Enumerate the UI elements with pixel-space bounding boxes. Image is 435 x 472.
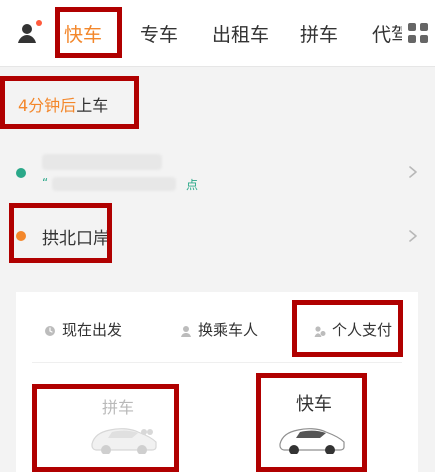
top-nav: 快车 专车 出租车 拼车 代驾: [0, 0, 435, 67]
pickup-hint-suffix: 点: [186, 178, 199, 192]
personal-payment-option[interactable]: 个人支付: [314, 318, 392, 340]
car-type-carpool-title[interactable]: 拼车: [102, 394, 134, 418]
pickup-hint-prefix: “: [42, 176, 49, 190]
user-icon[interactable]: [16, 20, 42, 46]
grid-icon[interactable]: [407, 22, 429, 44]
car-type-kuaiche-title[interactable]: 快车: [296, 390, 332, 416]
car-icon[interactable]: [86, 420, 162, 454]
pickup-hint-redacted: [52, 177, 176, 191]
dropoff-dot-icon: [16, 231, 26, 241]
car-icon[interactable]: [274, 420, 350, 454]
clock-icon: [44, 323, 56, 336]
change-passenger-label: 换乘车人: [198, 320, 259, 339]
pickup-hint: “ 点: [42, 176, 202, 192]
pickup-name-redacted: [42, 154, 162, 170]
tab-taxi[interactable]: 出租车: [212, 20, 269, 48]
notification-dot: [36, 20, 42, 26]
change-passenger-option[interactable]: 换乘车人: [180, 318, 258, 340]
chevron-right-icon: [409, 166, 417, 178]
ride-hailing-screen: 快车 专车 出租车 拼车 代驾 4分钟后上车 “ 点 拱北口岸 现在出发 换乘车…: [0, 0, 435, 472]
depart-now-option[interactable]: 现在出发: [44, 318, 122, 340]
dropoff-location-row[interactable]: 拱北口岸: [0, 206, 435, 266]
pickup-eta: 4分钟后上车: [18, 92, 108, 116]
depart-now-label: 现在出发: [62, 320, 123, 339]
tab-designated-driver[interactable]: 代驾: [372, 20, 402, 48]
tab-zhuanche[interactable]: 专车: [140, 20, 178, 48]
card-divider: [32, 362, 402, 363]
chevron-right-icon: [409, 230, 417, 242]
pickup-dot-icon: [16, 168, 26, 178]
ride-options-card: 现在出发 换乘车人 个人支付 拼车 快车: [16, 292, 418, 472]
pickup-location-row[interactable]: “ 点: [0, 142, 435, 202]
dropoff-name: 拱北口岸: [42, 229, 110, 249]
payment-icon: [314, 323, 326, 337]
personal-payment-label: 个人支付: [332, 320, 393, 339]
eta-action: 上车: [76, 96, 109, 115]
person-icon: [180, 323, 192, 337]
tab-kuaiche[interactable]: 快车: [64, 20, 102, 48]
tab-carpool[interactable]: 拼车: [300, 20, 338, 48]
eta-minutes: 4分钟后: [18, 96, 77, 115]
